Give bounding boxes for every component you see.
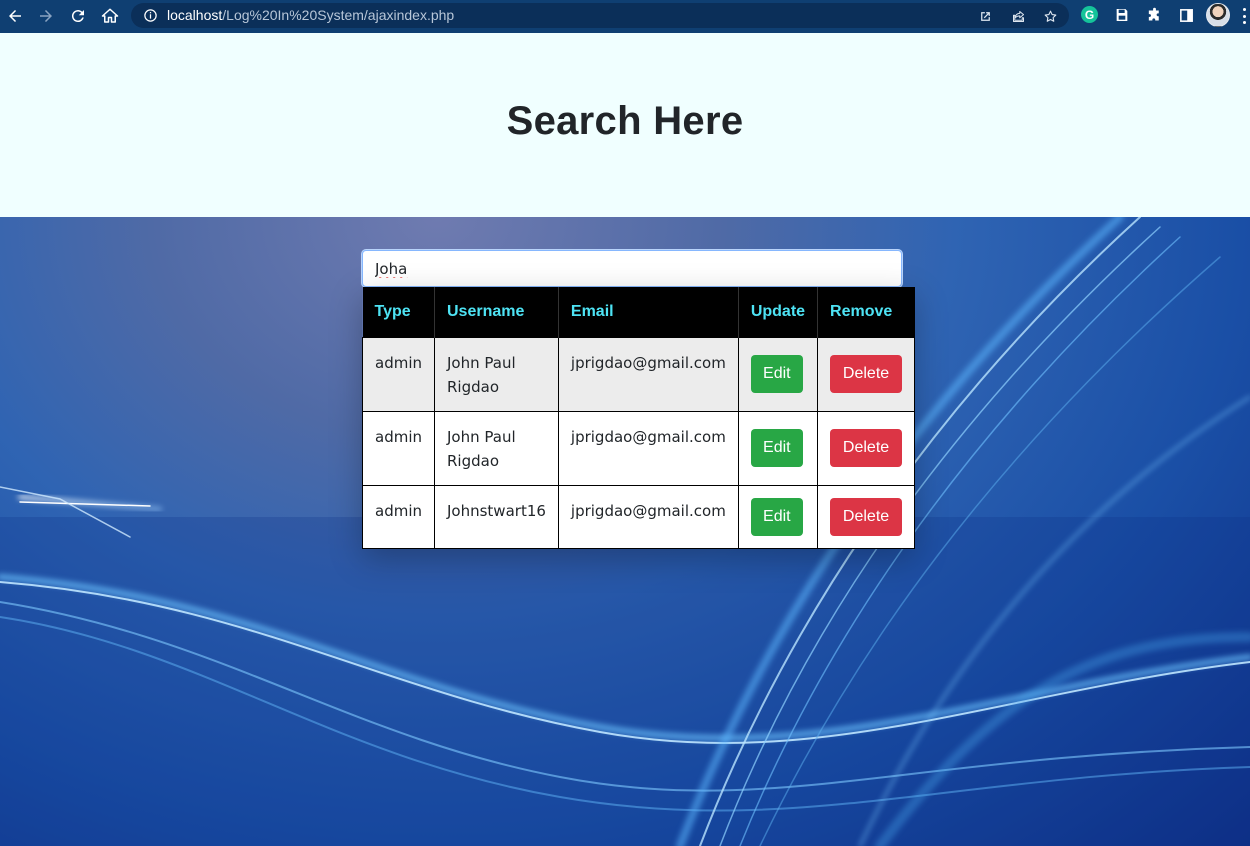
column-header-update: Update — [737, 287, 818, 337]
page-header: Search Here — [0, 33, 1250, 217]
edit-button[interactable]: Edit — [750, 355, 803, 393]
url-host: localhost — [167, 7, 223, 23]
url-path: /Log%20In%20System/ajaxindex.php — [222, 7, 455, 23]
column-header-type: Type — [362, 287, 435, 337]
home-icon — [101, 8, 119, 23]
reload-icon — [71, 10, 84, 23]
table-row: admin John Paul Rigdao jprigdao@gmail.co… — [362, 336, 916, 412]
open-external-icon[interactable] — [975, 6, 995, 26]
table-row: admin John Paul Rigdao jprigdao@gmail.co… — [362, 410, 916, 486]
arrow-right-icon — [40, 10, 52, 22]
edit-button[interactable]: Edit — [750, 497, 803, 536]
url-text[interactable]: localhost/Log%20In%20System/ajaxindex.ph… — [167, 7, 454, 23]
cell-remove: Delete — [817, 336, 916, 412]
cell-email: jprigdao@gmail.com — [557, 484, 739, 549]
info-icon[interactable] — [141, 6, 159, 24]
home-button[interactable] — [97, 4, 123, 28]
results-table: Type Username Email Update Remove admin … — [362, 287, 916, 549]
forward-button[interactable] — [33, 4, 59, 28]
edit-button[interactable]: Edit — [750, 429, 803, 467]
save-icon[interactable] — [1112, 5, 1132, 25]
search-field[interactable] — [362, 250, 902, 287]
cell-update: Edit — [737, 484, 819, 549]
page-title: Search Here — [506, 98, 744, 143]
grammarly-icon[interactable]: G — [1081, 6, 1098, 23]
cell-type: admin — [362, 484, 435, 549]
cell-update: Edit — [737, 336, 819, 412]
delete-button[interactable]: Delete — [830, 429, 903, 467]
sidepanel-icon[interactable] — [1176, 5, 1196, 25]
address-bar[interactable]: localhost/Log%20In%20System/ajaxindex.ph… — [131, 3, 1069, 28]
column-header-remove: Remove — [817, 287, 915, 337]
column-header-email: Email — [557, 287, 739, 337]
arrow-left-icon — [9, 10, 21, 22]
puzzle-icon[interactable] — [1144, 5, 1164, 25]
cell-email: jprigdao@gmail.com — [557, 336, 739, 412]
column-header-username: Username — [434, 287, 559, 337]
star-icon[interactable] — [1040, 6, 1060, 26]
avatar[interactable] — [1206, 3, 1230, 27]
grammarly-letter: G — [1084, 7, 1095, 22]
table-header-row: Type Username Email Update Remove — [362, 287, 915, 337]
delete-button[interactable]: Delete — [830, 355, 903, 393]
cell-username: Johnstwart16 — [434, 484, 559, 549]
cell-remove: Delete — [817, 484, 916, 549]
browser-toolbar: localhost/Log%20In%20System/ajaxindex.ph… — [0, 0, 1250, 33]
cell-type: admin — [362, 410, 435, 486]
reload-button[interactable] — [65, 4, 91, 28]
cell-username: John Paul Rigdao — [434, 410, 559, 486]
table-row: admin Johnstwart16 jprigdao@gmail.com Ed… — [362, 484, 916, 549]
cell-update: Edit — [737, 410, 819, 486]
cell-username: John Paul Rigdao — [434, 336, 559, 412]
share-icon[interactable] — [1008, 6, 1028, 26]
cell-email: jprigdao@gmail.com — [557, 410, 739, 486]
cell-remove: Delete — [817, 410, 916, 486]
kebab-menu-icon[interactable] — [1243, 8, 1247, 24]
back-button[interactable] — [2, 4, 28, 28]
cell-type: admin — [362, 336, 435, 412]
delete-button[interactable]: Delete — [830, 497, 903, 536]
search-input[interactable] — [363, 251, 901, 286]
